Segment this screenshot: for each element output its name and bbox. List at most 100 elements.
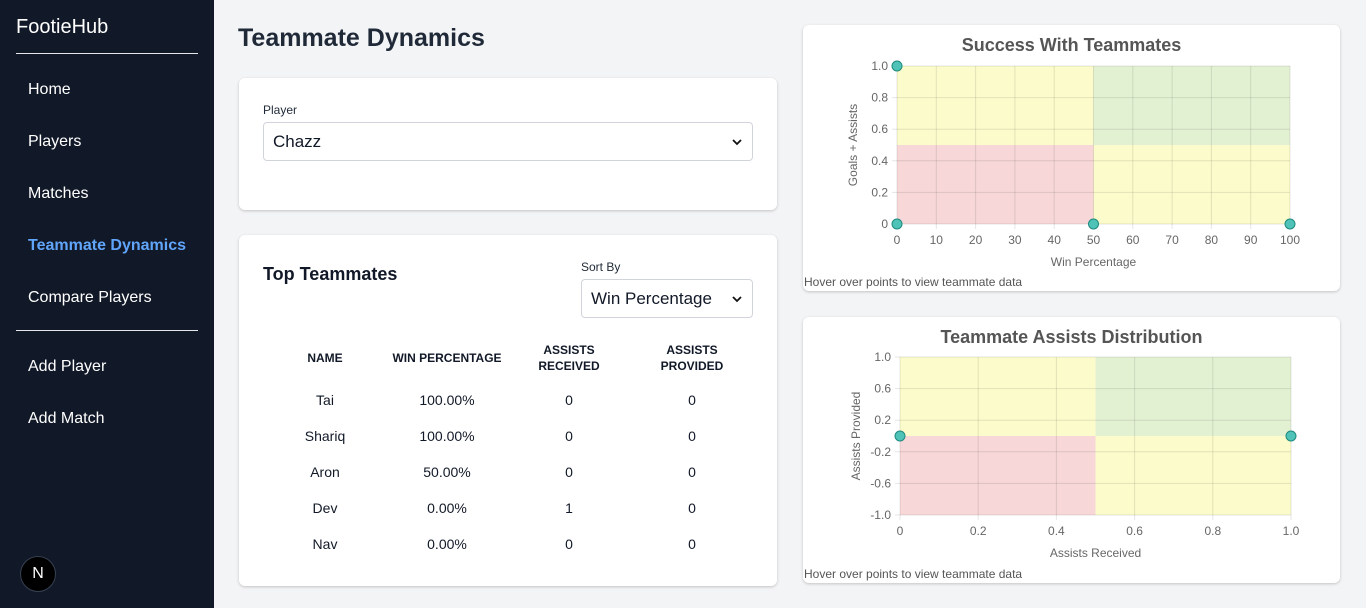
y-tick-label: 0.2 (874, 413, 891, 427)
sort-by-value: Win Percentage (591, 288, 712, 308)
nav-item-compare-players[interactable]: Compare Players (28, 289, 152, 307)
header-text: PROVIDED (660, 359, 724, 373)
x-tick-label: 60 (1126, 233, 1140, 247)
x-tick-label: 0.6 (1126, 524, 1143, 538)
x-tick-label: 0.4 (1048, 524, 1065, 538)
player-label: Player (263, 103, 298, 117)
assists-received: 0 (565, 536, 573, 552)
quadrant-bottom-left (897, 145, 1094, 224)
header-text: ASSISTS (543, 343, 595, 357)
quadrant-bottom-left (900, 436, 1096, 515)
logo-letter: N (32, 565, 44, 582)
data-point (1285, 430, 1297, 442)
x-axis-label: Win Percentage (1051, 255, 1137, 269)
y-tick-label: 0.6 (874, 382, 891, 396)
win-percentage: 100.00% (419, 392, 475, 408)
quadrant-top-left (900, 357, 1096, 436)
assists-provided: 0 (688, 428, 696, 444)
assists-received: 0 (565, 428, 573, 444)
quadrant-bottom-right (1093, 145, 1290, 224)
data-point (891, 218, 903, 230)
data-point (1284, 218, 1296, 230)
assists-chart-card: Teammate Assists Distribution 0 0.2 0.4 0.6… (803, 317, 1340, 583)
x-tick-label: 30 (1008, 233, 1022, 247)
quadrant-top-right (1093, 66, 1290, 145)
x-tick-label: 80 (1205, 233, 1219, 247)
dev-tools-logo[interactable]: N (20, 556, 56, 592)
header-text: RECEIVED (538, 359, 600, 373)
player-select-card: Player Chazz (239, 78, 777, 210)
teammate-name: Aron (310, 464, 340, 480)
quadrant-bottom-right (1095, 436, 1291, 515)
brand-name[interactable]: FootieHub (16, 16, 108, 39)
header-text: ASSISTS (666, 343, 718, 357)
x-tick-label: 10 (930, 233, 944, 247)
x-tick-label: 0 (897, 524, 904, 538)
y-tick-label: -0.2 (870, 445, 891, 459)
nav-item-players[interactable]: Players (28, 133, 81, 151)
sidebar-divider (16, 330, 198, 331)
x-axis-label: Assists Received (1050, 546, 1141, 560)
y-tick-label: 0.4 (871, 154, 888, 168)
x-tick-label: 100 (1280, 233, 1300, 247)
chevron-down-icon (732, 139, 742, 146)
nav-item-teammate-dynamics[interactable]: Teammate Dynamics (28, 237, 186, 255)
column-header-win-percentage[interactable]: WIN PERCENTAGE (387, 350, 507, 366)
assists-provided: 0 (688, 392, 696, 408)
y-axis-label: Goals + Assists (846, 104, 860, 186)
nav-item-matches[interactable]: Matches (28, 185, 88, 203)
chart-hint: Hover over points to view teammate data (804, 275, 1023, 289)
teammate-name: Shariq (304, 428, 346, 444)
x-tick-label: 0.8 (1204, 524, 1221, 538)
teammate-name: Tai (316, 392, 334, 408)
x-tick-label: 40 (1048, 233, 1062, 247)
header-text: NAME (307, 351, 343, 365)
assists-received: 1 (565, 500, 573, 516)
assists-provided: 0 (688, 500, 696, 516)
page-title: Teammate Dynamics (238, 24, 485, 52)
nav-item-add-match[interactable]: Add Match (28, 410, 104, 428)
win-percentage: 0.00% (427, 536, 467, 552)
chart-hint: Hover over points to view teammate data (804, 567, 1023, 581)
assists-scatter-chart: 0 0.2 0.4 0.6 0.8 1.0 -1.0 -0.6 -0.2 0.2 0.6 1.0 Ass… (849, 350, 1300, 560)
x-tick-label: 90 (1244, 233, 1258, 247)
y-tick-label: 0 (881, 217, 888, 231)
win-percentage: 50.00% (423, 464, 471, 480)
assists-provided: 0 (688, 464, 696, 480)
x-tick-label: 0 (894, 233, 901, 247)
data-point (891, 60, 903, 72)
header-text: WIN PERCENTAGE (392, 351, 502, 365)
assists-received: 0 (565, 392, 573, 408)
nav-item-home[interactable]: Home (28, 81, 71, 99)
player-select[interactable]: Chazz (263, 122, 753, 161)
column-header-assists-received[interactable]: ASSISTS RECEIVED (524, 342, 614, 374)
x-tick-label: 1.0 (1283, 524, 1300, 538)
y-tick-label: -0.6 (870, 476, 891, 490)
x-tick-label: 0.2 (970, 524, 987, 538)
x-tick-label: 20 (969, 233, 983, 247)
x-tick-label: 70 (1165, 233, 1179, 247)
quadrant-top-left (897, 66, 1094, 145)
assists-received: 0 (565, 464, 573, 480)
y-tick-label: 0.2 (871, 185, 888, 199)
success-scatter-chart: 0 10 20 30 40 50 60 70 80 90 100 0 0.2 0.4 0.6 0.8 1.0 Wi… (846, 59, 1300, 269)
teammate-name: Nav (312, 536, 338, 552)
data-point (1088, 218, 1099, 230)
column-header-assists-provided[interactable]: ASSISTS PROVIDED (647, 342, 737, 374)
player-select-value: Chazz (273, 131, 322, 151)
chevron-down-icon (732, 296, 742, 303)
success-chart-card: Success With Teammates 0 10 20 30 40 50 60 70 80… (803, 25, 1340, 291)
win-percentage: 100.00% (419, 428, 475, 444)
assists-provided: 0 (688, 536, 696, 552)
sidebar-divider (16, 53, 198, 54)
x-tick-label: 50 (1087, 233, 1101, 247)
column-header-name[interactable]: NAME (284, 350, 366, 366)
nav-item-add-player[interactable]: Add Player (28, 358, 106, 376)
y-tick-label: 1.0 (874, 350, 891, 364)
top-teammates-card: Top Teammates Sort By Win Percentage NAM… (239, 235, 777, 586)
sidebar: FootieHub Home Players Matches Teammate … (0, 0, 214, 608)
win-percentage: 0.00% (427, 500, 467, 516)
y-tick-label: -1.0 (870, 508, 891, 522)
quadrant-top-right (1095, 357, 1291, 436)
sort-by-select[interactable]: Win Percentage (581, 279, 753, 318)
